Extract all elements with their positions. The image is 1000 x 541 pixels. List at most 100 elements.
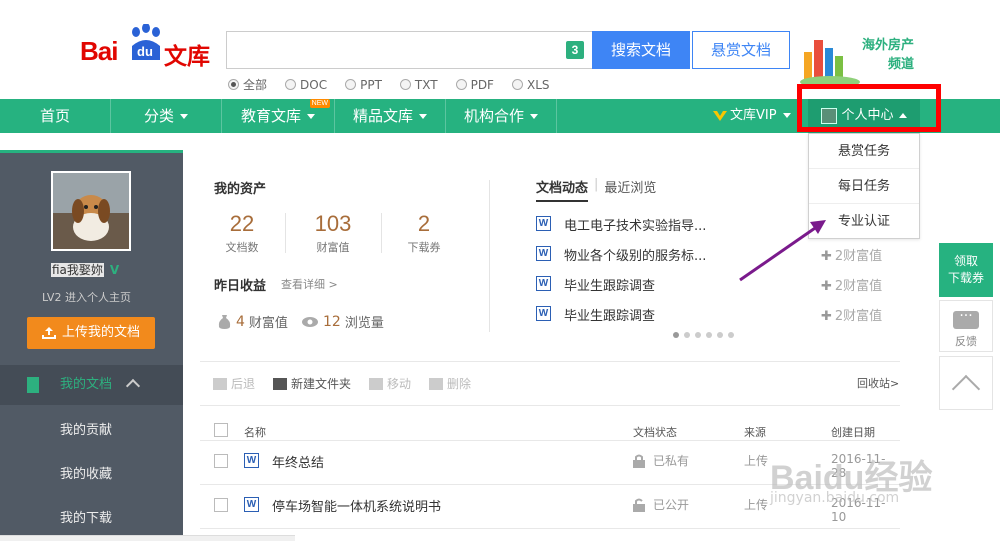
recycle-bin-link[interactable]: 回收站> — [857, 375, 899, 391]
new-folder-button[interactable]: 新建文件夹 — [273, 375, 351, 392]
nav-education[interactable]: 教育文库 NEW — [222, 99, 335, 133]
select-all-checkbox[interactable] — [214, 423, 228, 437]
username[interactable]: fia我娶妳 — [51, 263, 104, 277]
yesterday-earnings-title: 昨日收益 — [214, 279, 267, 294]
radio-xls[interactable] — [511, 79, 523, 90]
nav-category[interactable]: 分类 — [111, 99, 222, 133]
chevron-up-icon — [125, 378, 141, 394]
feedback-button[interactable]: 反馈 — [939, 300, 993, 352]
overseas-property-ad[interactable]: 海外房产 频道 — [800, 26, 930, 86]
divider — [200, 361, 900, 362]
tab-recent-views[interactable]: 最近浏览 — [604, 177, 656, 202]
ad-line2: 频道 — [888, 57, 915, 72]
sidebar-item-contributions[interactable]: 我的贡献 — [0, 409, 183, 453]
unlock-icon — [633, 498, 645, 512]
filter-txt[interactable]: TXT — [399, 76, 438, 93]
eye-icon — [302, 316, 318, 327]
baidu-wenku-logo[interactable]: Bai du 文库 — [80, 22, 210, 72]
tab-doc-activity[interactable]: 文档动态 — [536, 177, 589, 202]
lock-icon — [633, 454, 645, 468]
carousel-dot[interactable] — [695, 332, 701, 338]
radio-doc[interactable] — [285, 79, 297, 90]
watermark: Baidu经验 jingyan.baidu.com — [770, 459, 933, 506]
avatar[interactable] — [51, 171, 131, 251]
carousel-dot[interactable] — [673, 332, 679, 338]
col-header-date[interactable]: 创建日期 — [831, 424, 875, 440]
delete-button[interactable]: 删除 — [429, 375, 471, 392]
nav-premium[interactable]: 精品文库 — [335, 99, 446, 133]
chat-bubble-icon — [953, 308, 979, 329]
divider — [200, 405, 900, 406]
row-checkbox[interactable] — [214, 498, 228, 512]
divider — [200, 528, 900, 529]
radio-pdf[interactable] — [455, 79, 467, 90]
doc-type-filters: 全部 DOC PPT TXT PDF XLS — [228, 76, 568, 93]
search-hint-badge: 3 — [566, 41, 584, 59]
doc-state: 已公开 — [633, 496, 689, 513]
filter-ppt[interactable]: PPT — [345, 76, 382, 93]
reward-label: ✚ 2财富值 — [821, 309, 883, 324]
menu-my-docs[interactable]: 我的文档 — [0, 365, 183, 405]
carousel-dot[interactable] — [706, 332, 712, 338]
carousel-dot[interactable] — [717, 332, 723, 338]
nav-vip[interactable]: 文库VIP — [713, 99, 791, 133]
col-header-source[interactable]: 来源 — [744, 424, 766, 440]
nav-partners[interactable]: 机构合作 — [446, 99, 557, 133]
logo-du-text: du — [137, 44, 153, 59]
divider — [285, 213, 286, 253]
row-checkbox[interactable] — [214, 454, 228, 468]
search-input[interactable] — [227, 32, 557, 68]
back-to-top-button[interactable] — [939, 356, 993, 410]
divider — [381, 213, 382, 253]
dog-photo-icon — [53, 173, 129, 249]
earn-wealth: 4 财富值 — [218, 312, 288, 331]
bounty-doc-button[interactable]: 悬赏文档 — [692, 31, 790, 69]
carousel-dots — [673, 332, 734, 338]
menu-item-bounty-task[interactable]: 悬赏任务 — [809, 134, 919, 169]
search-button[interactable]: 搜索文档 — [592, 31, 690, 69]
logo-wenku-text: 文库 — [164, 44, 210, 70]
upload-icon — [41, 326, 56, 339]
section-divider — [489, 180, 490, 332]
filter-pdf[interactable]: PDF — [455, 76, 494, 93]
stat-doc-count[interactable]: 22 文档数 — [212, 211, 272, 255]
menu-item-daily-task[interactable]: 每日任务 — [809, 169, 919, 204]
list-item[interactable]: W 毕业生跟踪调查 ✚ 2财富值 — [536, 275, 896, 295]
back-arrow-icon — [213, 377, 227, 390]
folder-plus-icon — [273, 377, 288, 390]
view-detail-link[interactable]: 查看详细 > — [281, 276, 338, 292]
search-box: 3 — [226, 31, 592, 69]
reward-label: ✚ 2财富值 — [821, 279, 883, 294]
nav-home[interactable]: 首页 — [0, 99, 111, 133]
tab-separator: | — [594, 177, 599, 192]
document-icon — [27, 377, 39, 393]
money-bag-icon — [218, 314, 231, 329]
col-header-name[interactable]: 名称 — [244, 424, 266, 440]
carousel-dot[interactable] — [728, 332, 734, 338]
word-doc-icon: W — [536, 276, 551, 291]
list-item[interactable]: W 电工电子技术实验指导... — [536, 215, 896, 235]
word-doc-icon: W — [244, 453, 259, 468]
claim-coupon-button[interactable]: 领取 下载券 — [939, 243, 993, 297]
list-item[interactable]: W 毕业生跟踪调查 ✚ 2财富值 — [536, 305, 896, 325]
status-bar — [0, 535, 295, 541]
move-button[interactable]: 移动 — [369, 375, 411, 392]
filter-doc[interactable]: DOC — [285, 76, 327, 93]
radio-all[interactable] — [228, 79, 239, 90]
chevron-down-icon — [307, 114, 315, 119]
filter-xls[interactable]: XLS — [511, 76, 550, 93]
carousel-dot[interactable] — [684, 332, 690, 338]
filter-all[interactable]: 全部 — [228, 76, 267, 93]
back-button[interactable]: 后退 — [213, 375, 255, 392]
annotation-arrow-icon — [739, 220, 826, 282]
level-link[interactable]: LV2 进入个人主页 — [42, 289, 131, 305]
radio-ppt[interactable] — [345, 79, 357, 90]
upload-doc-button[interactable]: 上传我的文档 — [27, 317, 155, 349]
sidebar-item-favorites[interactable]: 我的收藏 — [0, 453, 183, 497]
col-header-state[interactable]: 文档状态 — [633, 424, 677, 440]
stat-coupons[interactable]: 2 下载券 — [394, 211, 454, 255]
word-doc-icon: W — [536, 246, 551, 261]
stat-wealth[interactable]: 103 财富值 — [300, 211, 366, 255]
list-item[interactable]: W 物业各个级别的服务标... ✚ 2财富值 — [536, 245, 896, 265]
radio-txt[interactable] — [399, 79, 411, 90]
